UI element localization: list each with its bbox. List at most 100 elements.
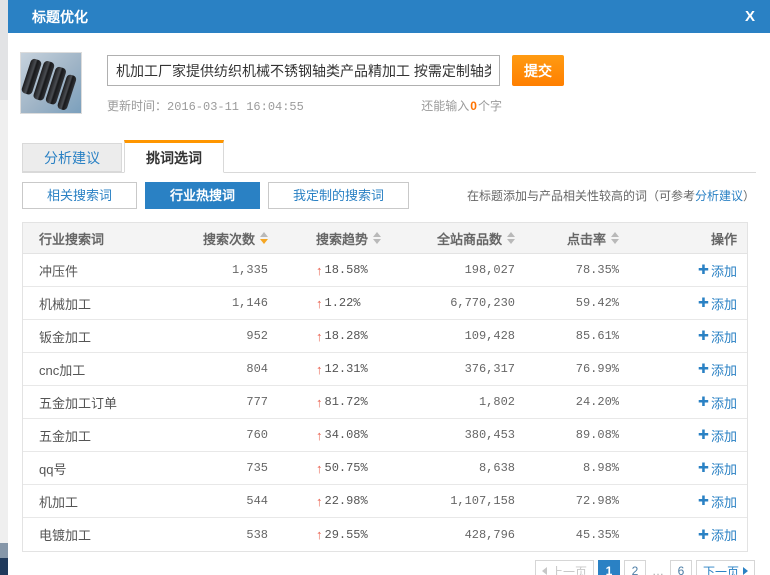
header-keyword: 行业搜索词 [23, 229, 203, 248]
keyword-cell: 电镀加工 [23, 525, 203, 544]
filter-related-search-words[interactable]: 相关搜索词 [22, 182, 137, 209]
tab-bar: 分析建议 挑词选词 [22, 138, 756, 173]
total-products-cell: 8,638 [408, 461, 543, 475]
plus-icon [698, 361, 709, 377]
page-button-6[interactable]: 6 [670, 560, 692, 575]
add-keyword-button[interactable]: 添加 [698, 525, 737, 544]
total-products-cell: 1,107,158 [408, 494, 543, 508]
add-keyword-button[interactable]: 添加 [698, 459, 737, 478]
sort-ctr-icon[interactable] [611, 232, 619, 244]
product-section: 提交 更新时间：2016-03-11 16:04:55 还能输入0个字 [20, 52, 756, 114]
header-total-products[interactable]: 全站商品数 [408, 229, 543, 248]
search-count-cell: 735 [203, 461, 288, 475]
search-trend-cell: 34.08% [288, 428, 408, 443]
trend-up-icon [316, 329, 323, 344]
filter-my-custom-words[interactable]: 我定制的搜索词 [268, 182, 409, 209]
add-keyword-button[interactable]: 添加 [698, 426, 737, 445]
ctr-cell: 59.42% [543, 296, 643, 310]
add-keyword-button[interactable]: 添加 [698, 492, 737, 511]
search-trend-cell: 81.72% [288, 395, 408, 410]
keywords-table: 行业搜索词 搜索次数 搜索趋势 全站商品数 点击率 操作 [22, 222, 748, 552]
filter-row: 相关搜索词 行业热搜词 我定制的搜索词 在标题添加与产品相关性较高的词（可参考分… [22, 182, 755, 209]
header-search-trend[interactable]: 搜索趋势 [288, 229, 408, 248]
table-row: 五金加工订单 777 81.72% 1,802 24.20% 添加 [23, 386, 747, 419]
table-row: cnc加工 804 12.31% 376,317 76.99% 添加 [23, 353, 747, 386]
ctr-cell: 76.99% [543, 362, 643, 376]
header-search-count[interactable]: 搜索次数 [203, 229, 288, 248]
page-button-2[interactable]: 2 [624, 560, 646, 575]
next-arrow-icon [743, 567, 748, 575]
close-icon[interactable]: X [745, 9, 755, 24]
sort-total-products-icon[interactable] [507, 232, 515, 244]
search-count-cell: 952 [203, 329, 288, 343]
plus-icon [698, 527, 709, 543]
filter-industry-hot-words[interactable]: 行业热搜词 [145, 182, 260, 209]
next-page-button[interactable]: 下一页 [696, 560, 755, 575]
search-count-cell: 777 [203, 395, 288, 409]
search-count-cell: 804 [203, 362, 288, 376]
add-keyword-button[interactable]: 添加 [698, 360, 737, 379]
search-trend-cell: 1.22% [288, 296, 408, 311]
total-products-cell: 198,027 [408, 263, 543, 277]
tab-pick-words[interactable]: 挑词选词 [124, 140, 224, 173]
dialog: 标题优化 X [8, 0, 770, 575]
add-keyword-button[interactable]: 添加 [698, 294, 737, 313]
dialog-title: 标题优化 [32, 7, 88, 27]
submit-button[interactable]: 提交 [512, 55, 564, 86]
total-products-cell: 6,770,230 [408, 296, 543, 310]
plus-icon [698, 460, 709, 476]
keyword-cell: 五金加工 [23, 426, 203, 445]
add-keyword-button[interactable]: 添加 [698, 327, 737, 346]
search-trend-cell: 50.75% [288, 461, 408, 476]
plus-icon [698, 328, 709, 344]
search-trend-cell: 12.31% [288, 362, 408, 377]
table-row: 机加工 544 22.98% 1,107,158 72.98% 添加 [23, 485, 747, 518]
ctr-cell: 24.20% [543, 395, 643, 409]
search-count-cell: 538 [203, 528, 288, 542]
search-count-cell: 1,335 [203, 263, 288, 277]
total-products-cell: 376,317 [408, 362, 543, 376]
table-header-row: 行业搜索词 搜索次数 搜索趋势 全站商品数 点击率 操作 [23, 223, 747, 254]
trend-up-icon [316, 296, 323, 311]
keyword-cell: 钣金加工 [23, 327, 203, 346]
total-products-cell: 109,428 [408, 329, 543, 343]
analysis-suggestions-link[interactable]: 分析建议 [695, 189, 743, 203]
product-image [20, 52, 82, 114]
keyword-cell: 冲压件 [23, 261, 203, 280]
trend-up-icon [316, 362, 323, 377]
trend-up-icon [316, 461, 323, 476]
remaining-count: 0 [469, 99, 478, 113]
search-trend-cell: 18.58% [288, 263, 408, 278]
plus-icon [698, 295, 709, 311]
search-trend-cell: 18.28% [288, 329, 408, 344]
keyword-cell: qq号 [23, 459, 203, 478]
search-trend-cell: 22.98% [288, 494, 408, 509]
add-keyword-button[interactable]: 添加 [698, 261, 737, 280]
trend-up-icon [316, 527, 323, 542]
sort-search-count-icon[interactable] [260, 232, 268, 244]
trend-up-icon [316, 428, 323, 443]
keyword-cell: 五金加工订单 [23, 393, 203, 412]
ctr-cell: 89.08% [543, 428, 643, 442]
page-button-1[interactable]: 1 [598, 560, 620, 575]
tab-analysis-suggestions[interactable]: 分析建议 [22, 143, 122, 172]
pagination-ellipsis: … [650, 564, 666, 575]
table-row: 冲压件 1,335 18.58% 198,027 78.35% 添加 [23, 254, 747, 287]
keyword-cell: 机械加工 [23, 294, 203, 313]
prev-page-button[interactable]: 上一页 [535, 560, 594, 575]
background-page-sliver [0, 0, 8, 575]
add-keyword-button[interactable]: 添加 [698, 393, 737, 412]
ctr-cell: 45.35% [543, 528, 643, 542]
plus-icon [698, 262, 709, 278]
plus-icon [698, 394, 709, 410]
search-count-cell: 1,146 [203, 296, 288, 310]
total-products-cell: 380,453 [408, 428, 543, 442]
sort-search-trend-icon[interactable] [373, 232, 381, 244]
product-title-input[interactable] [107, 55, 500, 86]
prev-arrow-icon [542, 567, 547, 575]
table-row: 五金加工 760 34.08% 380,453 89.08% 添加 [23, 419, 747, 452]
header-ctr[interactable]: 点击率 [543, 229, 643, 248]
ctr-cell: 8.98% [543, 461, 643, 475]
hint-text: 在标题添加与产品相关性较高的词（可参考分析建议） [467, 187, 755, 204]
header-action: 操作 [643, 229, 747, 248]
